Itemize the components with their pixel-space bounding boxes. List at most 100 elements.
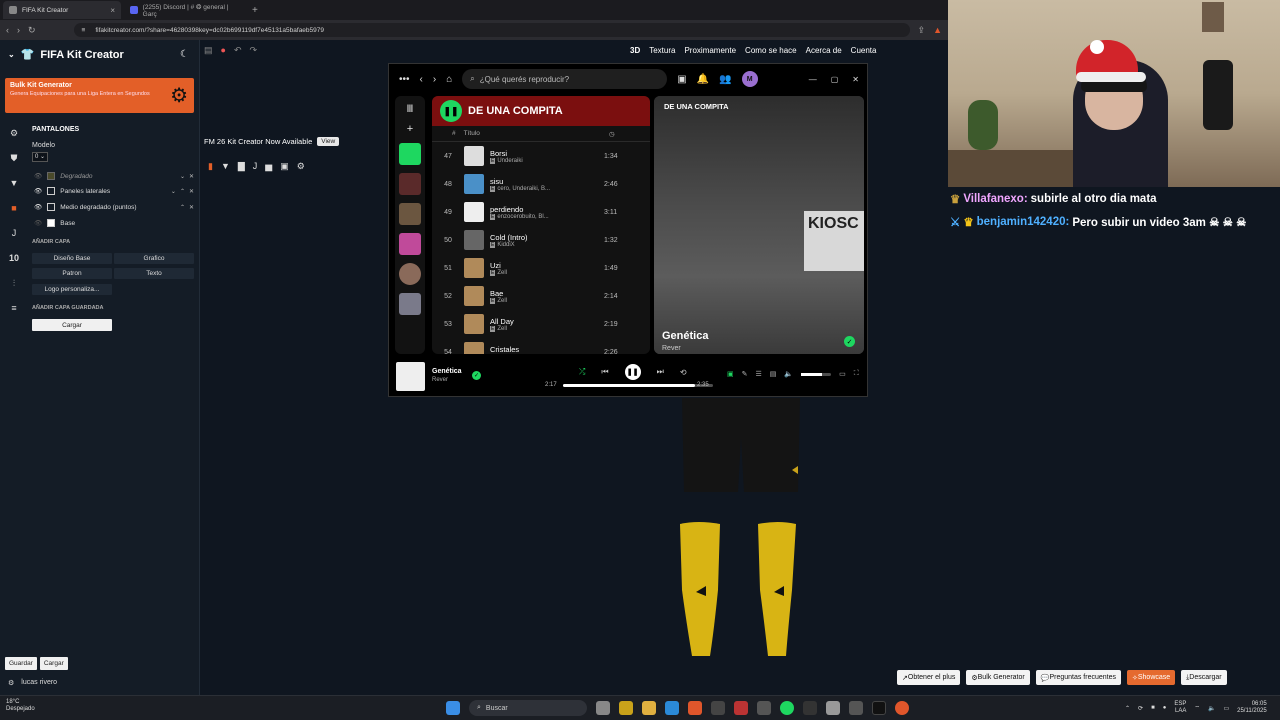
file-icon[interactable]: ▤	[204, 45, 213, 56]
layer-row[interactable]: 👁 Base	[34, 216, 194, 230]
bulk-generator-button[interactable]: ⚙ Bulk Generator	[966, 670, 1030, 685]
network-icon[interactable]: ⌔	[1194, 704, 1200, 712]
track-row[interactable]: 48 sisu Ecero, Underaiki, B... 2:46	[432, 170, 650, 198]
library-item[interactable]	[399, 173, 421, 195]
miniplayer-icon[interactable]: ▭	[839, 370, 846, 378]
chevron-up-icon[interactable]: ⌃	[180, 188, 185, 195]
shirt-icon[interactable]: ▼	[10, 175, 19, 191]
add-icon[interactable]: +	[407, 123, 413, 135]
taskbar-search[interactable]: ⌕ Buscar	[469, 700, 587, 716]
app-icon[interactable]	[734, 701, 748, 715]
volume-slider[interactable]	[801, 372, 832, 376]
browse-icon[interactable]: ▣	[677, 74, 686, 85]
browser-tab-discord[interactable]: (2255) Discord | # ❂ general | Garç	[124, 1, 246, 19]
site-info-icon[interactable]: ≡	[82, 27, 86, 34]
shirt-orange-icon[interactable]: ▮	[208, 161, 213, 172]
add-text-button[interactable]: Texto	[114, 268, 194, 279]
np-artist[interactable]: Rever	[662, 345, 681, 352]
nav-acerca-de[interactable]: Acerca de	[806, 46, 842, 55]
clock[interactable]: 06:05 25/11/2025	[1237, 701, 1267, 715]
search-input[interactable]: ⌕ ¿Qué querés reproducir?	[462, 69, 668, 89]
progress-bar[interactable]	[563, 384, 713, 387]
spotify-icon[interactable]	[780, 701, 794, 715]
library-item[interactable]	[399, 263, 421, 285]
reload-icon[interactable]: ↻	[28, 25, 36, 36]
layer-row[interactable]: 👁 Paneles laterales ⌄ ⌃ ✕	[34, 184, 194, 198]
connect-device-icon[interactable]: ▤	[770, 370, 777, 378]
current-track-artist[interactable]: Rever	[432, 377, 448, 383]
app-icon[interactable]	[803, 701, 817, 715]
forward-icon[interactable]: ›	[17, 25, 20, 35]
liked-songs-item[interactable]	[399, 143, 421, 165]
modelo-select[interactable]: 0 ⌄	[32, 152, 48, 162]
faq-button[interactable]: 💬 Preguntas frecuentes	[1035, 670, 1121, 685]
settings-icon[interactable]: ⚙	[10, 125, 18, 141]
eye-hidden-icon[interactable]: 👁	[34, 172, 42, 180]
back-icon[interactable]: ‹	[6, 25, 9, 35]
new-tab-icon[interactable]: +	[252, 5, 258, 16]
nav-cuenta[interactable]: Cuenta	[851, 46, 877, 55]
add-logo-button[interactable]: Logo personaliza...	[32, 284, 112, 295]
layer-color-swatch[interactable]	[47, 172, 56, 180]
shield-icon[interactable]: ⛊	[11, 150, 18, 166]
crest-icon[interactable]: ▣	[280, 161, 289, 172]
shorts-icon[interactable]: ■	[11, 200, 16, 216]
url-field[interactable]: ≡ fifakitcreator.com/?share=46280398key=…	[73, 23, 910, 37]
browser-tab-fifa[interactable]: FIFA Kit Creator ×	[3, 1, 121, 19]
track-row[interactable]: 49 perdiendo Eenzocerobuito, Bl... 3:11	[432, 198, 650, 226]
track-row[interactable]: 52 Bae E Zell 2:14	[432, 282, 650, 310]
avatar[interactable]: M	[741, 71, 758, 87]
minimize-icon[interactable]: —	[809, 75, 817, 84]
shuffle-icon[interactable]: ⤮	[579, 367, 585, 377]
tray-app-icon[interactable]: ●	[1163, 705, 1167, 711]
windows-start-icon[interactable]	[446, 701, 460, 715]
github-icon[interactable]	[711, 701, 725, 715]
nav-proximamente[interactable]: Proximamente	[684, 46, 736, 55]
layer-color-swatch[interactable]	[47, 219, 56, 227]
add-pattern-button[interactable]: Patron	[32, 268, 112, 279]
add-graphic-button[interactable]: Grafico	[114, 253, 194, 264]
dark-mode-icon[interactable]: ☾	[180, 49, 189, 60]
nav-3d[interactable]: 3D	[630, 46, 640, 55]
task-view-icon[interactable]	[596, 701, 610, 715]
maximize-icon[interactable]: ▢	[831, 75, 839, 84]
file-explorer-icon[interactable]	[642, 701, 656, 715]
saved-check-icon[interactable]: ✓	[472, 371, 481, 380]
bulk-generator-promo[interactable]: Bulk Kit Generator Genera Equipaciones p…	[5, 78, 194, 113]
save-button[interactable]: Guardar	[5, 657, 37, 670]
close-tab-icon[interactable]: ×	[110, 6, 115, 15]
fullscreen-icon[interactable]: ⛶	[854, 370, 859, 378]
settings-icon[interactable]: ⚙	[297, 161, 305, 172]
current-track-art[interactable]	[396, 362, 425, 391]
saved-check-icon[interactable]: ✓	[844, 336, 855, 347]
library-item[interactable]	[399, 293, 421, 315]
pause-button[interactable]: ❚❚	[440, 100, 462, 122]
chevron-up-icon[interactable]: ⌃	[180, 204, 185, 211]
user-info[interactable]: ⚙ lucas rivero	[8, 679, 57, 687]
brave-icon[interactable]	[688, 701, 702, 715]
close-icon[interactable]: ✕	[189, 188, 194, 195]
home-icon[interactable]: ⌂	[446, 74, 452, 85]
now-playing-view-icon[interactable]: ▣	[727, 370, 734, 378]
get-plus-button[interactable]: ↗ Obtener el plus	[897, 670, 961, 685]
close-icon[interactable]: ✕	[189, 204, 194, 211]
tray-app-icon[interactable]: ■	[1151, 705, 1155, 711]
library-item[interactable]	[399, 203, 421, 225]
current-track-title[interactable]: Genética	[432, 368, 462, 375]
nav-textura[interactable]: Textura	[649, 46, 675, 55]
brave-icon[interactable]: ▲	[933, 25, 942, 35]
showcase-button[interactable]: ✧ Showcase	[1127, 670, 1176, 685]
track-row[interactable]: 54 CristalesE 2:26	[432, 338, 650, 354]
view-button[interactable]: View	[317, 137, 340, 146]
download-button[interactable]: ⤓ Descargar	[1181, 670, 1227, 685]
layer-color-swatch[interactable]	[47, 187, 56, 195]
battery-icon[interactable]: ▭	[1223, 705, 1229, 712]
volume-icon[interactable]: 🔈	[784, 370, 793, 378]
shirt-back-icon[interactable]: ▇	[238, 161, 245, 172]
library-icon[interactable]: Ⅲ	[407, 104, 414, 115]
shirt-icon[interactable]: ▼	[221, 161, 230, 172]
eye-icon[interactable]: 👁	[34, 203, 42, 211]
sock-icon[interactable]: J	[12, 225, 17, 241]
volume-icon[interactable]: 🔈	[1208, 705, 1215, 712]
friends-icon[interactable]: 👥	[719, 74, 731, 85]
